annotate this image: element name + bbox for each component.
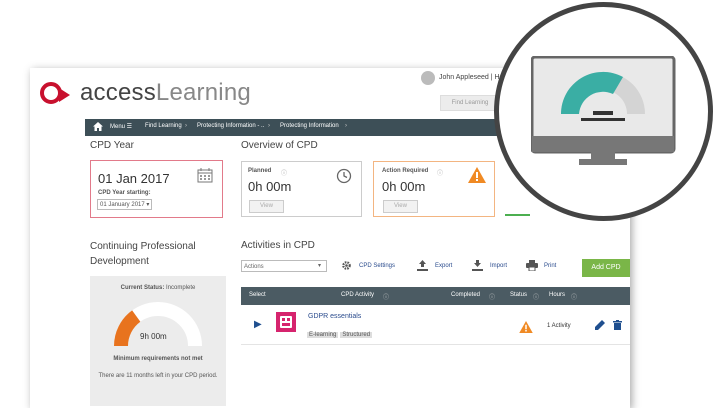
info-icon[interactable]: ⓘ xyxy=(437,168,443,177)
column-header-activity[interactable]: CPD Activity xyxy=(341,292,374,298)
min-requirements-text: Minimum requirements not met xyxy=(113,356,203,362)
find-learning-button[interactable]: Find Learning xyxy=(440,95,500,111)
cpd-year-date: 01 Jan 2017 xyxy=(98,171,170,186)
activity-icon xyxy=(276,312,296,332)
chevron-down-icon: ▾ xyxy=(318,263,322,269)
current-status-label: Current Status: xyxy=(120,285,165,291)
actions-select[interactable]: Actions xyxy=(241,260,327,272)
home-icon[interactable] xyxy=(93,122,103,131)
column-header-completed[interactable]: Completed xyxy=(451,292,480,298)
activity-tag: Structured xyxy=(340,332,373,338)
action-required-view-button[interactable]: View xyxy=(383,200,418,213)
cpd-status-title: Continuing Professional Development xyxy=(90,241,196,267)
warning-icon xyxy=(519,321,533,333)
action-required-label: Action Required xyxy=(382,168,429,174)
add-cpd-button[interactable]: Add CPD xyxy=(582,259,630,277)
brand-name-b: Learning xyxy=(155,79,251,106)
info-icon: ⓘ xyxy=(489,295,496,301)
print-link[interactable]: Print xyxy=(544,263,556,269)
planned-value: 0h 00m xyxy=(248,179,292,194)
warning-icon xyxy=(468,167,486,183)
menu-button[interactable]: Menu ☰ xyxy=(110,123,132,130)
activities-table-header: Select CPD Activity ⓘ Completed ⓘ Status… xyxy=(241,287,630,305)
months-left-text: There are 11 months left in your CPD per… xyxy=(98,373,218,379)
user-name[interactable]: John Appleseed | He xyxy=(439,74,503,81)
cpd-status-panel: Current Status: Incomplete 9h 00m Minimu… xyxy=(90,276,226,406)
table-row[interactable]: ▶ GDPR essentials E-learning Structured 1… xyxy=(241,306,630,345)
breadcrumb-item[interactable]: Protecting Information - .. xyxy=(197,123,264,129)
progress-gauge xyxy=(114,302,202,347)
brand-logo[interactable]: accessLearning xyxy=(80,79,251,107)
avatar[interactable] xyxy=(421,71,435,85)
column-header-hours[interactable]: Hours xyxy=(549,292,565,298)
info-icon: ⓘ xyxy=(571,295,578,301)
import-link[interactable]: Import xyxy=(490,263,507,269)
activities-title: Activities in CPD xyxy=(241,240,315,251)
chevron-right-icon: › xyxy=(345,123,347,129)
activity-hours: 1 Activity xyxy=(547,323,571,329)
column-header-select[interactable]: Select xyxy=(249,292,266,298)
gauge-value: 9h 00m xyxy=(140,332,167,341)
current-status-value: Incomplete xyxy=(165,285,196,291)
activity-name-link[interactable]: GDPR essentials xyxy=(308,313,361,320)
planned-view-button[interactable]: View xyxy=(249,200,284,213)
printer-icon[interactable] xyxy=(526,260,538,271)
trash-icon[interactable] xyxy=(613,320,622,330)
info-icon: ⓘ xyxy=(383,295,390,301)
planned-card: Planned ⓘ 0h 00m View xyxy=(241,161,362,217)
gear-icon[interactable] xyxy=(341,260,352,271)
cpd-settings-link[interactable]: CPD Settings xyxy=(359,263,395,269)
chevron-right-icon: › xyxy=(185,123,187,129)
logo-arrow-icon xyxy=(59,88,70,102)
cpd-year-starting-label: CPD Year starting: xyxy=(98,190,151,196)
chevron-right-icon: › xyxy=(268,123,270,129)
clock-icon xyxy=(336,168,352,184)
export-link[interactable]: Export xyxy=(435,263,452,269)
overview-title: Overview of CPD xyxy=(241,140,318,151)
download-icon[interactable] xyxy=(472,260,483,271)
calendar-icon[interactable] xyxy=(197,167,213,183)
info-icon[interactable]: ⓘ xyxy=(281,168,287,177)
activity-tag: E-learning xyxy=(307,332,339,338)
column-header-status[interactable]: Status xyxy=(510,292,527,298)
planned-label: Planned xyxy=(248,168,272,174)
expand-icon[interactable]: ▶ xyxy=(254,319,262,330)
brand-name-a: access xyxy=(80,79,156,106)
monitor-gauge-icon xyxy=(531,56,676,165)
card-accent xyxy=(505,214,530,216)
cpd-year-select[interactable]: 01 January 2017 ▾ xyxy=(97,199,153,210)
info-icon: ⓘ xyxy=(533,295,540,301)
breadcrumb-item[interactable]: Protecting Information xyxy=(280,123,339,129)
cpd-year-title: CPD Year xyxy=(90,140,134,151)
edit-icon[interactable] xyxy=(595,320,605,330)
action-required-value: 0h 00m xyxy=(382,179,426,194)
breadcrumb-item[interactable]: Find Learning xyxy=(145,123,182,129)
action-required-card: Action Required ⓘ 0h 00m View xyxy=(373,161,495,217)
upload-icon[interactable] xyxy=(417,260,428,271)
cpd-year-card: 01 Jan 2017 CPD Year starting: 01 Januar… xyxy=(90,160,223,218)
